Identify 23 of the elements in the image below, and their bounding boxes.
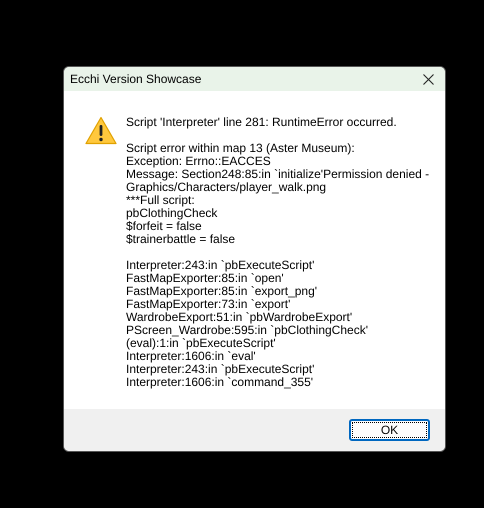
- message-line: Message: Section248:85:in `initialize'Permission denied -: [126, 168, 430, 181]
- warning-icon: [85, 116, 117, 145]
- message-line: Exception: Errno::EACCES: [126, 155, 271, 168]
- message-line: Interpreter:1606:in `command_355': [126, 376, 314, 389]
- message-line: WardrobeExport:51:in `pbWardrobeExport': [126, 311, 354, 324]
- message-line: Interpreter:243:in `pbExecuteScript': [126, 363, 316, 376]
- message-line: $forfeit = false: [126, 220, 202, 233]
- message-line: FastMapExporter:73:in `export': [126, 298, 290, 311]
- message-line: Script error within map 13 (Aster Museum):: [126, 142, 356, 155]
- message-line: $trainerbattle = false: [126, 233, 236, 246]
- close-icon: [422, 74, 434, 84]
- ok-button[interactable]: OK: [349, 419, 430, 441]
- message-line: pbClothingCheck: [126, 207, 218, 220]
- message-line: Interpreter:1606:in `eval': [126, 350, 256, 363]
- message-line: FastMapExporter:85:in `open': [126, 272, 284, 285]
- window-title: Ecchi Version Showcase: [69, 71, 202, 88]
- message-line: FastMapExporter:85:in `export_png': [126, 285, 318, 298]
- message-line: Interpreter:243:in `pbExecuteScript': [126, 259, 316, 272]
- message-line: PScreen_Wardrobe:595:in `pbClothingCheck': [126, 324, 369, 337]
- message-line: Script 'Interpreter' line 281: RuntimeError occurred.: [126, 116, 398, 129]
- message-line: (eval):1:in `pbExecuteScript': [126, 337, 276, 350]
- message-line: Graphics/Characters/player_walk.png: [126, 181, 328, 194]
- message-line: ***Full script:: [126, 194, 195, 207]
